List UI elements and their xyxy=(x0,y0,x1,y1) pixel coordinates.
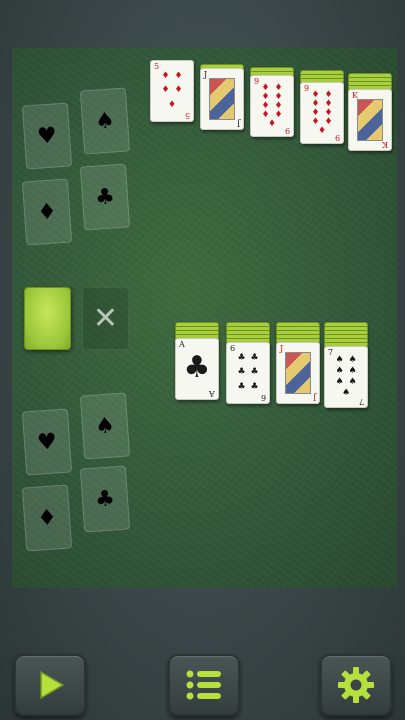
foundation-diamonds-top[interactable]: ♦ xyxy=(21,178,73,246)
foundation-hearts-top[interactable]: ♥ xyxy=(21,102,73,170)
foundation-spades-bottom[interactable]: ♠ xyxy=(79,392,131,460)
gear-icon xyxy=(338,667,374,703)
foundation-hearts-bottom[interactable]: ♥ xyxy=(21,408,73,476)
heart-icon: ♥ xyxy=(36,122,58,150)
card-pips: ♦ ♦ ♦ ♦ ♦ ♦ ♦ ♦ ♦ xyxy=(259,84,285,129)
card-rank: A xyxy=(179,340,185,349)
card-pip: ♦ xyxy=(161,85,170,96)
card-rank-inverted: 9 xyxy=(284,126,290,135)
card-pip: ♦ xyxy=(174,85,183,96)
diamond-icon: ♦ xyxy=(36,504,58,532)
card-pip: ♣ xyxy=(250,367,259,378)
card-rank-inverted: 7 xyxy=(358,397,364,406)
face-card-art xyxy=(285,352,311,394)
top-row-card-2[interactable]: 9 9 ♦ ♦ ♦ ♦ ♦ ♦ ♦ ♦ ♦ xyxy=(250,75,294,137)
card-pip: ♦ xyxy=(267,119,277,129)
top-row-card-3[interactable]: 9 9 ♦ ♦ ♦ ♦ ♦ ♦ ♦ ♦ ♦ xyxy=(300,82,344,144)
card-rank-inverted: J xyxy=(312,393,316,402)
card-pip: ♦ xyxy=(161,70,170,81)
card-rank-inverted: J xyxy=(236,119,240,128)
card-pip: ♦ xyxy=(317,126,327,136)
card-pip: ♠ xyxy=(335,377,344,387)
foundation-spades-top[interactable]: ♠ xyxy=(79,87,131,155)
card-pip: ♠ xyxy=(335,366,344,376)
card-pip: ♠ xyxy=(348,366,357,376)
card-suit: ♣ xyxy=(183,350,211,385)
card-pip: ♠ xyxy=(348,377,357,387)
tableau-card-0[interactable]: A A ♣ xyxy=(175,338,219,400)
card-pips: ♠ ♠ ♠ ♠ ♠ ♠ ♠ xyxy=(333,355,359,399)
card-pip: ♣ xyxy=(237,352,246,363)
spade-icon: ♠ xyxy=(94,412,116,440)
top-row-card-4[interactable]: KK xyxy=(348,89,392,151)
card-pips: ♦ ♦ ♦ ♦ ♦ xyxy=(159,69,185,113)
tableau-card-1[interactable]: 6 6 ♣ ♣ ♣ ♣ ♣ ♣ xyxy=(226,342,270,404)
club-icon: ♣ xyxy=(94,183,116,211)
card-pip: ♣ xyxy=(237,382,246,393)
club-icon: ♣ xyxy=(94,485,116,513)
card-rank-inverted: A xyxy=(209,389,215,398)
top-row-card-0[interactable]: 5 5 ♦ ♦ ♦ ♦ ♦ xyxy=(150,60,194,122)
card-rank: J xyxy=(280,344,284,353)
heart-icon: ♥ xyxy=(36,428,58,456)
card-pip: ♠ xyxy=(335,355,344,365)
face-card-art xyxy=(357,99,383,141)
spade-icon: ♠ xyxy=(94,107,116,135)
tableau-card-2[interactable]: JJ xyxy=(276,342,320,404)
tableau-card-3[interactable]: 7 7 ♠ ♠ ♠ ♠ ♠ ♠ ♠ xyxy=(324,346,368,408)
foundation-clubs-top[interactable]: ♣ xyxy=(79,163,131,231)
close-icon: ✕ xyxy=(92,301,119,336)
stock-pile[interactable] xyxy=(24,287,71,350)
card-pip: ♣ xyxy=(237,367,246,378)
card-pip: ♠ xyxy=(341,388,351,398)
card-pips: ♣ ♣ ♣ ♣ ♣ ♣ xyxy=(235,351,261,395)
menu-button[interactable] xyxy=(168,654,240,716)
card-pip: ♣ xyxy=(250,352,259,363)
foundation-diamonds-bottom[interactable]: ♦ xyxy=(21,484,73,552)
card-rank: J xyxy=(204,70,208,79)
card-rank-inverted: 5 xyxy=(184,111,190,120)
card-rank-inverted: K xyxy=(382,140,388,149)
face-card-art xyxy=(209,78,235,120)
card-pip: ♦ xyxy=(174,70,183,81)
foundation-clubs-bottom[interactable]: ♣ xyxy=(79,465,131,533)
settings-button[interactable] xyxy=(320,654,392,716)
card-pip: ♦ xyxy=(167,100,177,111)
waste-pile[interactable]: ✕ xyxy=(82,287,129,350)
card-pips: ♦ ♦ ♦ ♦ ♦ ♦ ♦ ♦ ♦ xyxy=(309,91,335,136)
card-rank-inverted: 9 xyxy=(334,133,340,142)
card-pip: ♣ xyxy=(250,382,259,393)
menu-icon xyxy=(186,670,221,700)
play-button[interactable] xyxy=(14,654,86,716)
play-icon xyxy=(40,670,65,700)
card-rank-inverted: 6 xyxy=(260,393,266,402)
diamond-icon: ♦ xyxy=(36,198,58,226)
card-pip: ♠ xyxy=(348,355,357,365)
top-row-card-1[interactable]: JJ xyxy=(200,68,244,130)
